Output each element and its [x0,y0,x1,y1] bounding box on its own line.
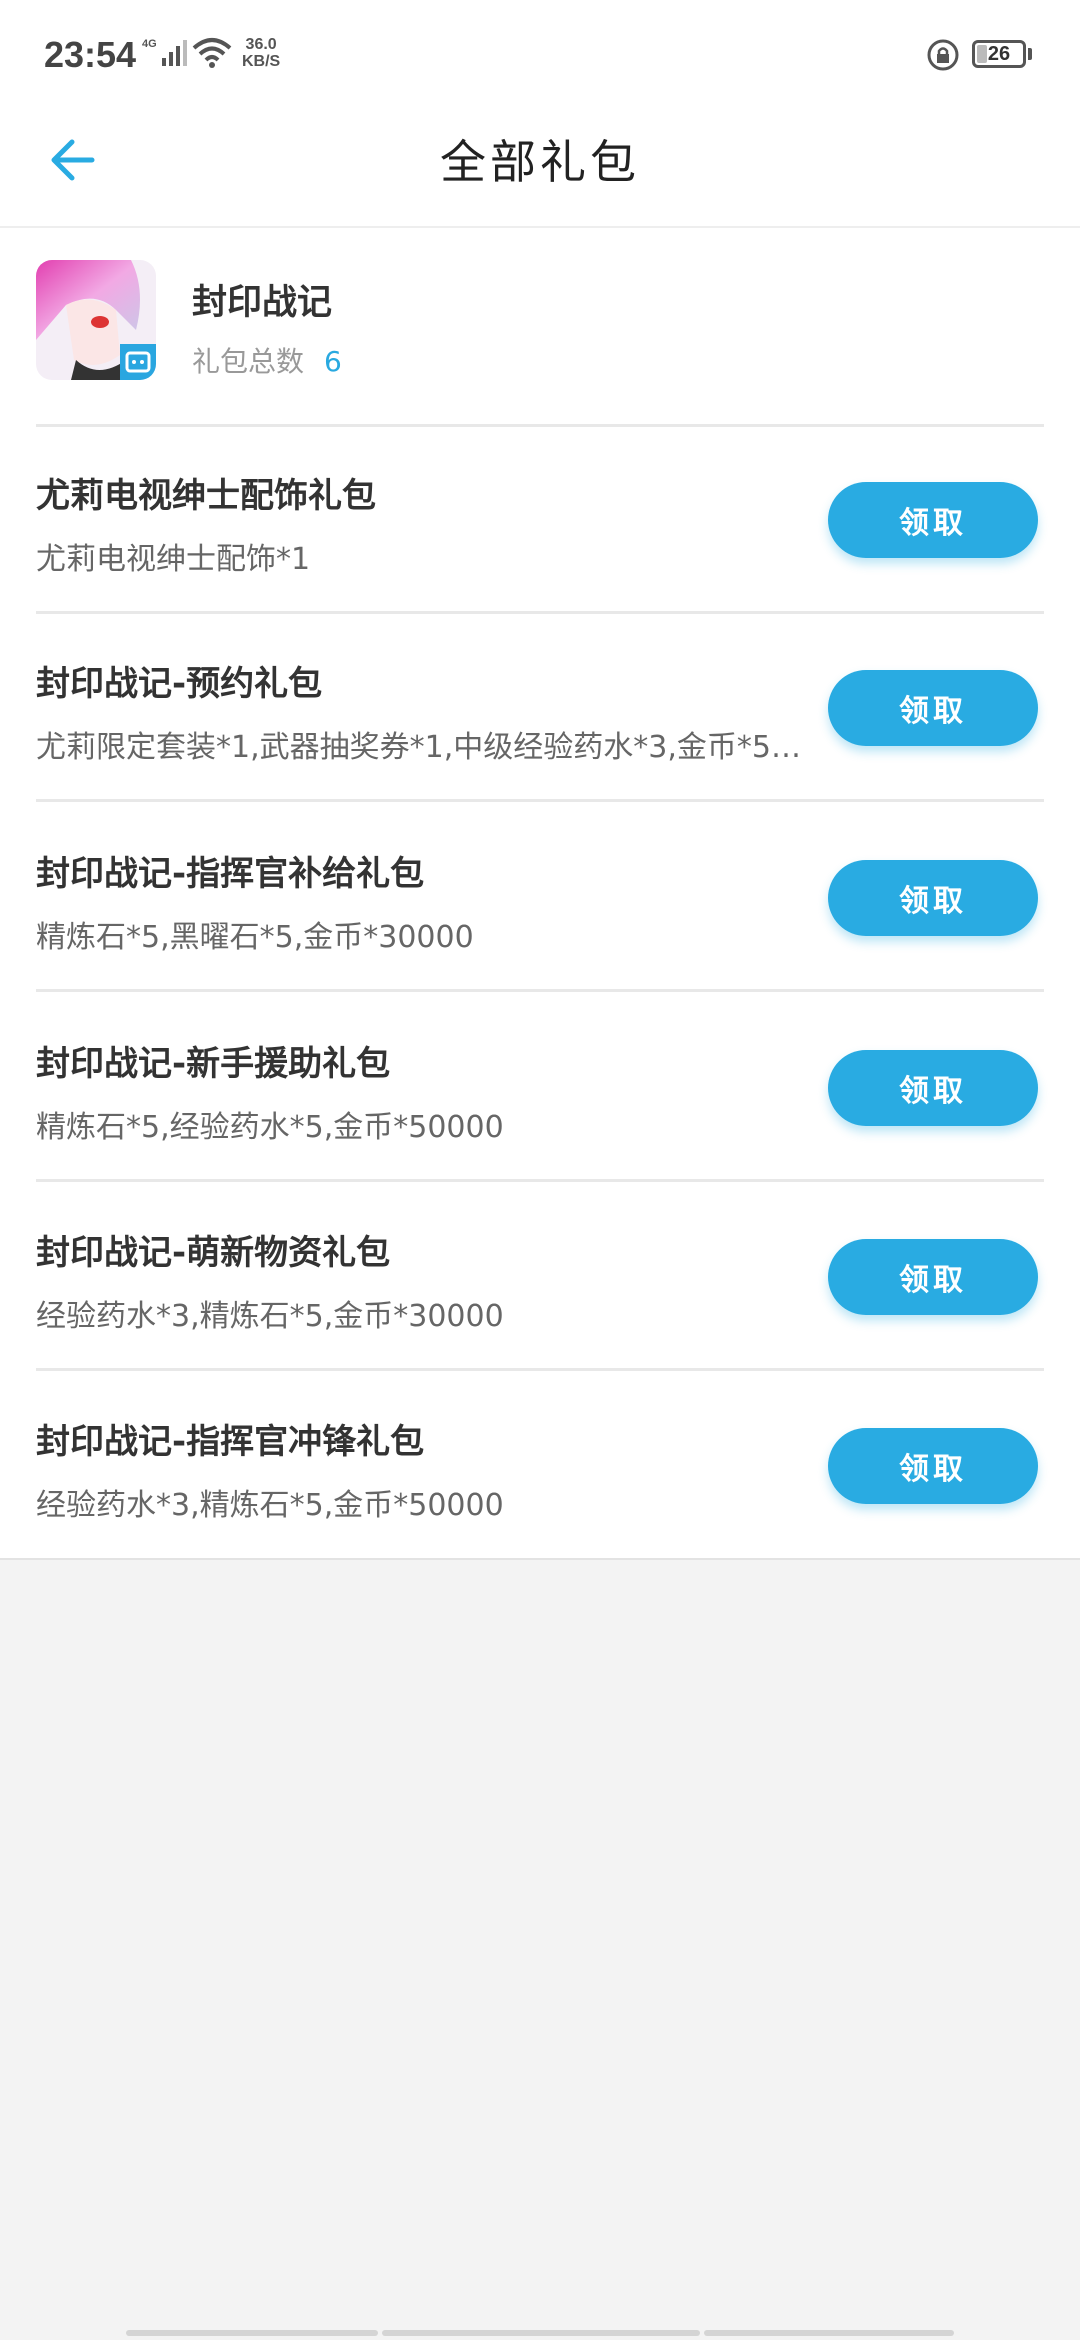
gift-item: 尤莉电视绅士配饰礼包 尤莉电视绅士配饰*1 领取 [36,426,1044,614]
gift-title: 封印战记-指挥官补给礼包 [36,854,425,894]
gift-description: 尤莉限定套装*1,武器抽奖券*1,中级经验药水*3,金币*50000 [36,730,806,765]
gift-item: 封印战记-萌新物资礼包 经验药水*3,精炼石*5,金币*30000 领取 [36,1183,1044,1371]
app-header: 全部礼包 [0,110,1080,228]
rotation-lock-icon [927,39,959,71]
gesture-bar-right [704,2330,954,2336]
gift-description: 经验药水*3,精炼石*5,金币*30000 [36,1299,504,1334]
gift-item: 封印战记-预约礼包 尤莉限定套装*1,武器抽奖券*1,中级经验药水*3,金币*5… [36,614,1044,802]
gift-list-card: 封印战记 礼包总数 6 尤莉电视绅士配饰礼包 尤莉电视绅士配饰*1 领取 封印战记… [0,228,1080,1560]
page-title: 全部礼包 [440,135,640,189]
gift-description: 精炼石*5,黑曜石*5,金币*30000 [36,920,474,955]
claim-button[interactable]: 领取 [828,1239,1038,1315]
wifi-icon [192,38,232,68]
game-name: 封印战记 [192,283,333,323]
claim-button[interactable]: 领取 [828,860,1038,936]
gift-item: 封印战记-新手援助礼包 精炼石*5,经验药水*5,金币*50000 领取 [36,994,1044,1182]
battery-icon: 26 [972,40,1026,68]
network-speed-unit: KB/S [242,53,281,70]
claim-button[interactable]: 领取 [828,670,1038,746]
gift-count-label: 礼包总数 [192,345,305,378]
network-speed: 36.0 KB/S [242,36,280,70]
gesture-bar-center[interactable] [382,2330,700,2336]
gift-title: 封印战记-预约礼包 [36,664,323,704]
gift-title: 封印战记-萌新物资礼包 [36,1233,391,1273]
game-app-icon [36,260,156,380]
status-bar: 23:54 4G 36.0 KB/S 26 [0,0,1080,110]
claim-button[interactable]: 领取 [828,482,1038,558]
gift-description: 尤莉电视绅士配饰*1 [36,542,311,577]
gift-title: 封印战记-指挥官冲锋礼包 [36,1422,425,1462]
gift-description: 精炼石*5,经验药水*5,金币*50000 [36,1110,504,1145]
game-info-row: 封印战记 礼包总数 6 [36,228,1044,427]
gift-title: 封印战记-新手援助礼包 [36,1044,391,1084]
status-time: 23:54 [44,34,137,75]
gift-item: 封印战记-指挥官补给礼包 精炼石*5,黑曜石*5,金币*30000 领取 [36,804,1044,992]
network-speed-value: 36.0 [245,36,277,53]
claim-button[interactable]: 领取 [828,1050,1038,1126]
gift-title: 尤莉电视绅士配饰礼包 [36,476,376,516]
battery-level: 26 [987,43,1011,65]
claim-button[interactable]: 领取 [828,1428,1038,1504]
gift-count-value: 6 [324,345,342,378]
gift-description: 经验药水*3,精炼石*5,金币*50000 [36,1488,504,1523]
gift-count: 礼包总数 6 [192,340,342,380]
network-type-label: 4G [142,38,157,50]
gift-item: 封印战记-指挥官冲锋礼包 经验药水*3,精炼石*5,金币*50000 领取 [36,1372,1044,1560]
cellular-signal-icon: 4G [142,38,187,66]
gesture-bar-left [126,2330,378,2336]
